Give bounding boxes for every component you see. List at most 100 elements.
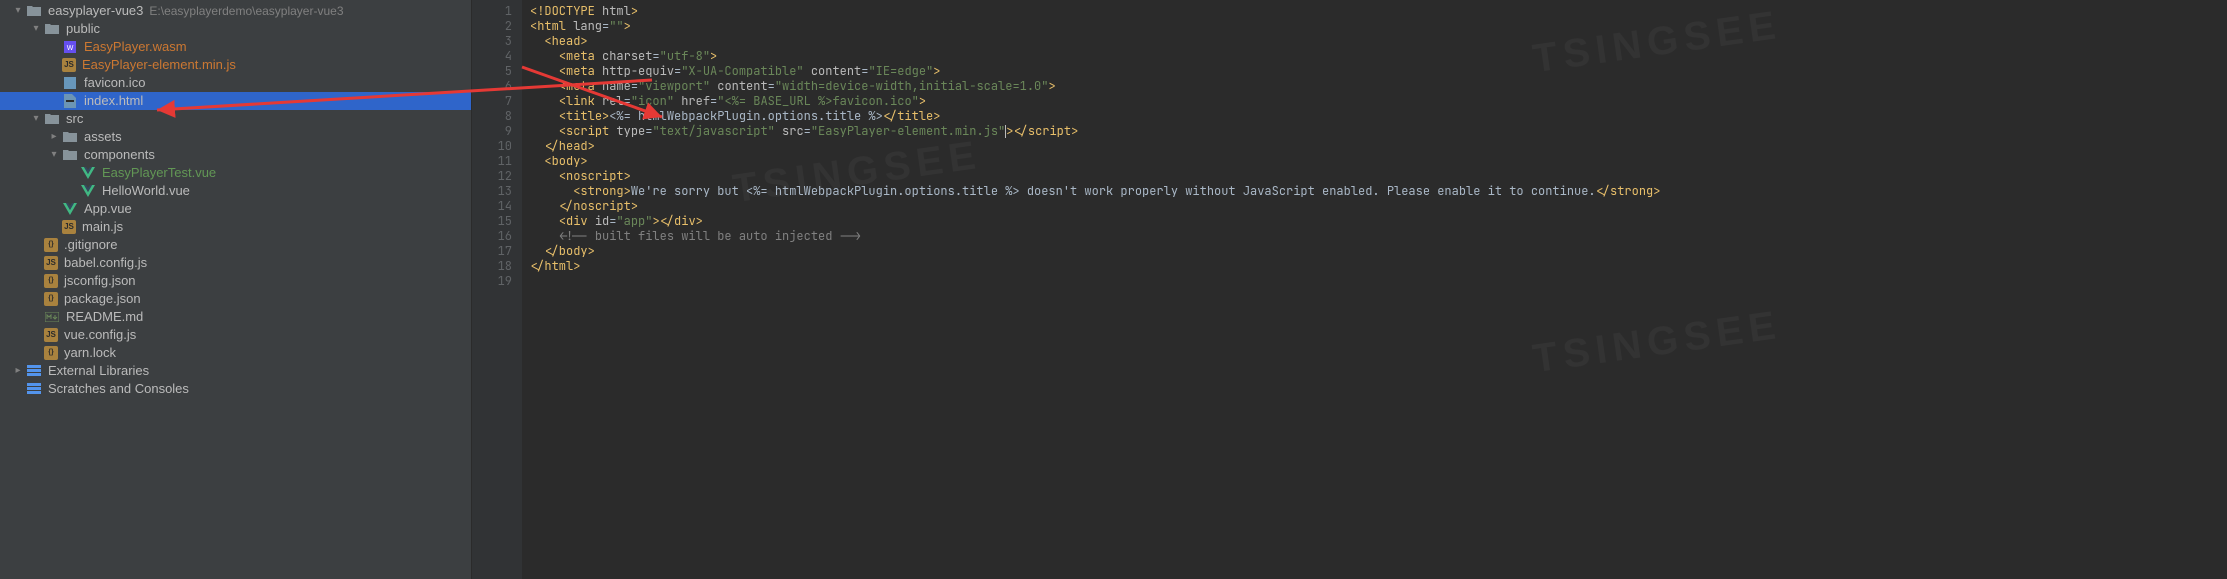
code-line[interactable]: <body> xyxy=(530,154,2227,169)
code-line[interactable] xyxy=(530,274,2227,289)
line-number: 5 xyxy=(472,64,512,79)
code-line[interactable]: <!-- built files will be auto injected -… xyxy=(530,229,2227,244)
json-icon: {} xyxy=(44,238,58,252)
tree-row-jsconfig-json[interactable]: ·{}jsconfig.json xyxy=(0,272,471,290)
code-line[interactable]: <meta name="viewport" content="width=dev… xyxy=(530,79,2227,94)
tree-row-components[interactable]: ▾ components xyxy=(0,146,471,164)
tree-label: components xyxy=(84,146,155,164)
code-line[interactable]: <noscript> xyxy=(530,169,2227,184)
tree-row-src[interactable]: ▾src xyxy=(0,110,471,128)
tree-row-public[interactable]: ▾ public xyxy=(0,20,471,38)
code-token: "utf-8" xyxy=(660,48,710,64)
tree-row-scratches-and-consoles[interactable]: ·Scratches and Consoles xyxy=(0,380,471,398)
tree-label: public xyxy=(66,20,100,38)
code-line[interactable]: <head> xyxy=(530,34,2227,49)
json-icon: {} xyxy=(44,346,58,360)
tree-label: index.html xyxy=(84,92,143,110)
code-line[interactable]: </body> xyxy=(530,244,2227,259)
code-token: "icon" xyxy=(631,93,674,109)
line-number: 3 xyxy=(472,34,512,49)
tree-row-assets[interactable]: ▸ assets xyxy=(0,128,471,146)
code-token: <%= htmlWebpackPlugin.options.title %> xyxy=(609,108,883,124)
code-line[interactable]: </html> xyxy=(530,259,2227,274)
chevron-right-icon[interactable]: ▸ xyxy=(12,365,24,377)
tree-row-easyplayer-wasm[interactable]: ·WEasyPlayer.wasm xyxy=(0,38,471,56)
code-token: <!-- built files will be auto injected -… xyxy=(559,228,861,244)
tree-label: main.js xyxy=(82,218,123,236)
json-icon: {} xyxy=(44,274,58,288)
tree-row-helloworld-vue[interactable]: ·HelloWorld.vue xyxy=(0,182,471,200)
html-icon xyxy=(62,93,78,109)
code-line[interactable]: <!DOCTYPE html> xyxy=(530,4,2227,19)
code-token: "IE=edge" xyxy=(868,63,933,79)
tree-row-favicon-ico[interactable]: ·favicon.ico xyxy=(0,74,471,92)
code-token: src xyxy=(782,123,804,139)
code-token: <meta xyxy=(559,78,602,94)
code-token: <noscript> xyxy=(559,168,631,184)
tree-row-easyplayertest-vue[interactable]: ·EasyPlayerTest.vue xyxy=(0,164,471,182)
code-token: html xyxy=(602,3,631,19)
code-token: <title> xyxy=(559,108,609,124)
chevron-down-icon[interactable]: ▾ xyxy=(12,5,24,17)
folder-icon xyxy=(44,21,60,37)
code-token: </body> xyxy=(544,243,594,259)
line-number: 17 xyxy=(472,244,512,259)
md-icon xyxy=(44,309,60,325)
tree-label: yarn.lock xyxy=(64,344,116,362)
tree-path-hint: E:\easyplayerdemo\easyplayer-vue3 xyxy=(149,2,343,20)
code-line[interactable]: <link rel="icon" href="<%= BASE_URL %>fa… xyxy=(530,94,2227,109)
chevron-down-icon[interactable]: ▾ xyxy=(30,113,42,125)
project-tree-panel[interactable]: ▾easyplayer-vue3E:\easyplayerdemo\easypl… xyxy=(0,0,472,579)
code-token: = xyxy=(804,123,811,139)
code-token: "text/javascript" xyxy=(652,123,774,139)
chevron-down-icon[interactable]: ▾ xyxy=(48,149,60,161)
code-line[interactable]: <html lang=""> xyxy=(530,19,2227,34)
code-line[interactable]: </head> xyxy=(530,139,2227,154)
code-token: content xyxy=(717,78,767,94)
tree-row-app-vue[interactable]: ·App.vue xyxy=(0,200,471,218)
code-token: lang xyxy=(573,18,602,34)
tree-row-easyplayer-element-min-js[interactable]: ·JSEasyPlayer-element.min.js xyxy=(0,56,471,74)
code-token: http-equiv xyxy=(602,63,674,79)
line-number: 11 xyxy=(472,154,512,169)
tree-row-vue-config-js[interactable]: ·JSvue.config.js xyxy=(0,326,471,344)
json-icon: {} xyxy=(44,292,58,306)
code-token: <strong> xyxy=(573,183,631,199)
tree-label: package.json xyxy=(64,290,141,308)
tree-row-readme-md[interactable]: ·README.md xyxy=(0,308,471,326)
editor-gutter: 12345678910111213141516171819 xyxy=(472,0,522,579)
tree-label: babel.config.js xyxy=(64,254,147,272)
chevron-right-icon[interactable]: ▸ xyxy=(48,131,60,143)
tree-row--gitignore[interactable]: ·{}.gitignore xyxy=(0,236,471,254)
editor-code[interactable]: <!DOCTYPE html><html lang=""> <head> <me… xyxy=(522,0,2227,579)
tree-row-index-html[interactable]: ·index.html xyxy=(0,92,471,110)
vue-icon xyxy=(62,201,78,217)
code-line[interactable]: <script type="text/javascript" src="Easy… xyxy=(530,124,2227,139)
js-icon: JS xyxy=(62,220,76,234)
tree-label: assets xyxy=(84,128,122,146)
tree-label: jsconfig.json xyxy=(64,272,136,290)
code-line[interactable]: <meta http-equiv="X-UA-Compatible" conte… xyxy=(530,64,2227,79)
tree-row-main-js[interactable]: ·JSmain.js xyxy=(0,218,471,236)
code-token: = xyxy=(652,48,659,64)
code-line[interactable]: <meta charset="utf-8"> xyxy=(530,49,2227,64)
line-number: 15 xyxy=(472,214,512,229)
code-token: > xyxy=(624,18,631,34)
code-token: rel xyxy=(602,93,624,109)
tree-row-yarn-lock[interactable]: ·{}yarn.lock xyxy=(0,344,471,362)
tree-row-external-libraries[interactable]: ▸External Libraries xyxy=(0,362,471,380)
editor-area[interactable]: 12345678910111213141516171819 <!DOCTYPE … xyxy=(472,0,2227,579)
code-line[interactable]: <strong>We're sorry but <%= htmlWebpackP… xyxy=(530,184,2227,199)
tree-row-package-json[interactable]: ·{}package.json xyxy=(0,290,471,308)
code-line[interactable]: <title><%= htmlWebpackPlugin.options.tit… xyxy=(530,109,2227,124)
code-token: content xyxy=(811,63,861,79)
tree-row-easyplayer-vue3[interactable]: ▾easyplayer-vue3E:\easyplayerdemo\easypl… xyxy=(0,2,471,20)
line-number: 13 xyxy=(472,184,512,199)
code-token: "X-UA-Compatible" xyxy=(681,63,803,79)
chevron-down-icon[interactable]: ▾ xyxy=(30,23,42,35)
code-token xyxy=(775,123,782,139)
code-line[interactable]: <div id="app"></div> xyxy=(530,214,2227,229)
code-token: type xyxy=(616,123,645,139)
code-line[interactable]: </noscript> xyxy=(530,199,2227,214)
tree-row-babel-config-js[interactable]: ·JSbabel.config.js xyxy=(0,254,471,272)
